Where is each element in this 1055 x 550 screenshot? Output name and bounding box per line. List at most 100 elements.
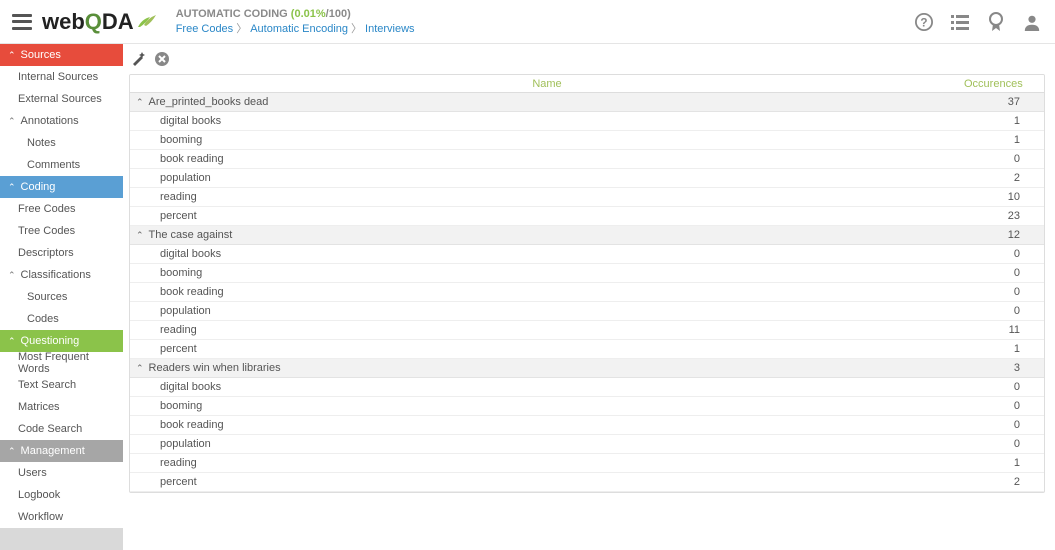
sidebar-section-questioning[interactable]: ⌃Questioning [0,330,123,352]
page-title: AUTOMATIC CODING [176,8,288,20]
sidebar-item-workflow[interactable]: Workflow [0,506,123,528]
table-row[interactable]: digital books0 [130,378,1044,397]
sidebar-item-external-sources[interactable]: External Sources [0,88,123,110]
main-content: Name Occurences ⌃ Are_printed_books dead 3… [123,44,1055,550]
sidebar-section-classifications[interactable]: ⌃ Classifications [0,264,123,286]
table-row[interactable]: percent23 [130,207,1044,226]
row-name: booming [160,400,984,412]
table-row[interactable]: reading10 [130,188,1044,207]
row-name: booming [160,267,984,279]
breadcrumb-link[interactable]: Interviews [365,23,415,35]
sidebar-item-logbook[interactable]: Logbook [0,484,123,506]
user-icon[interactable] [1023,13,1041,31]
sidebar-section-sources[interactable]: ⌃Sources [0,44,123,66]
menu-icon[interactable] [12,14,32,30]
logo[interactable]: webQDA [42,9,158,35]
table-group[interactable]: ⌃ Readers win when libraries3 [130,359,1044,378]
table-row[interactable]: reading1 [130,454,1044,473]
table-group[interactable]: ⌃ The case against12 [130,226,1044,245]
chevron-up-icon: ⌃ [136,363,144,374]
row-name: book reading [160,153,984,165]
sidebar-item-descriptors[interactable]: Descriptors [0,242,123,264]
header-actions: ? [915,0,1041,44]
sidebar-item-text-search[interactable]: Text Search [0,374,123,396]
row-name: digital books [160,115,984,127]
sidebar-footer [0,528,123,550]
row-occ: 0 [984,419,1044,431]
table-row[interactable]: population0 [130,302,1044,321]
sidebar-item-users[interactable]: Users [0,462,123,484]
sidebar-item-internal-sources[interactable]: Internal Sources [0,66,123,88]
table-row[interactable]: book reading0 [130,150,1044,169]
table-row[interactable]: percent1 [130,340,1044,359]
sidebar-item-cls-sources[interactable]: Sources [0,286,123,308]
sidebar-item-mfw[interactable]: Most Frequent Words [0,352,123,374]
table-row[interactable]: booming0 [130,397,1044,416]
group-name: The case against [149,229,984,241]
table-row[interactable]: book reading0 [130,416,1044,435]
group-name: Readers win when libraries [149,362,984,374]
chevron-up-icon: ⌃ [8,270,16,281]
row-occ: 2 [984,172,1044,184]
sidebar-section-annotations[interactable]: ⌃Annotations [0,110,123,132]
row-name: population [160,305,984,317]
row-occ: 1 [984,134,1044,146]
sidebar-item-code-search[interactable]: Code Search [0,418,123,440]
breadcrumb-link[interactable]: Automatic Encoding [250,23,348,35]
sidebar-item-matrices[interactable]: Matrices [0,396,123,418]
col-name[interactable]: Name [130,78,964,90]
table-row[interactable]: booming0 [130,264,1044,283]
group-occ: 3 [984,362,1044,374]
award-icon[interactable] [987,13,1005,31]
chevron-up-icon: ⌃ [136,230,144,241]
group-name: Are_printed_books dead [149,96,984,108]
row-occ: 0 [984,305,1044,317]
row-name: percent [160,343,984,355]
group-occ: 12 [984,229,1044,241]
row-name: digital books [160,248,984,260]
sidebar-item-cls-codes[interactable]: Codes [0,308,123,330]
col-occurrences[interactable]: Occurences [964,78,1044,90]
leaf-icon [136,13,158,31]
table-row[interactable]: population0 [130,435,1044,454]
breadcrumb: Free Codes〉Automatic Encoding〉Interviews [176,22,415,36]
sidebar-section-label: Sources [21,49,61,61]
breadcrumb-link[interactable]: Free Codes [176,23,233,35]
row-name: book reading [160,419,984,431]
row-name: population [160,172,984,184]
sidebar-item-free-codes[interactable]: Free Codes [0,198,123,220]
sidebar-section-label: Coding [21,181,56,193]
table-row[interactable]: reading11 [130,321,1044,340]
list-icon[interactable] [951,13,969,31]
sidebar-item-comments[interactable]: Comments [0,154,123,176]
row-occ: 0 [984,381,1044,393]
help-icon[interactable]: ? [915,13,933,31]
close-icon[interactable] [153,50,171,68]
chevron-up-icon: ⌃ [136,97,144,108]
progress-percent: (0.01% [291,8,326,20]
sidebar-section-label: Classifications [21,269,91,281]
magic-wand-icon[interactable] [129,50,147,68]
table-row[interactable]: digital books1 [130,112,1044,131]
row-occ: 1 [984,457,1044,469]
table-row[interactable]: booming1 [130,131,1044,150]
sidebar-section-label: Management [21,445,85,457]
table-row[interactable]: digital books0 [130,245,1044,264]
row-occ: 0 [984,438,1044,450]
sidebar-section-coding[interactable]: ⌃Coding [0,176,123,198]
sidebar-item-tree-codes[interactable]: Tree Codes [0,220,123,242]
sidebar-section-label: Questioning [21,335,80,347]
row-occ: 0 [984,153,1044,165]
table-row[interactable]: book reading0 [130,283,1044,302]
table-row[interactable]: percent2 [130,473,1044,492]
row-name: book reading [160,286,984,298]
row-occ: 1 [984,343,1044,355]
sidebar-item-notes[interactable]: Notes [0,132,123,154]
row-name: booming [160,134,984,146]
sidebar-section-management[interactable]: ⌃Management [0,440,123,462]
table-row[interactable]: population2 [130,169,1044,188]
table-group[interactable]: ⌃Are_printed_books dead37 [130,93,1044,112]
row-occ: 0 [984,248,1044,260]
row-occ: 1 [984,115,1044,127]
progress-max: /100) [326,8,351,20]
